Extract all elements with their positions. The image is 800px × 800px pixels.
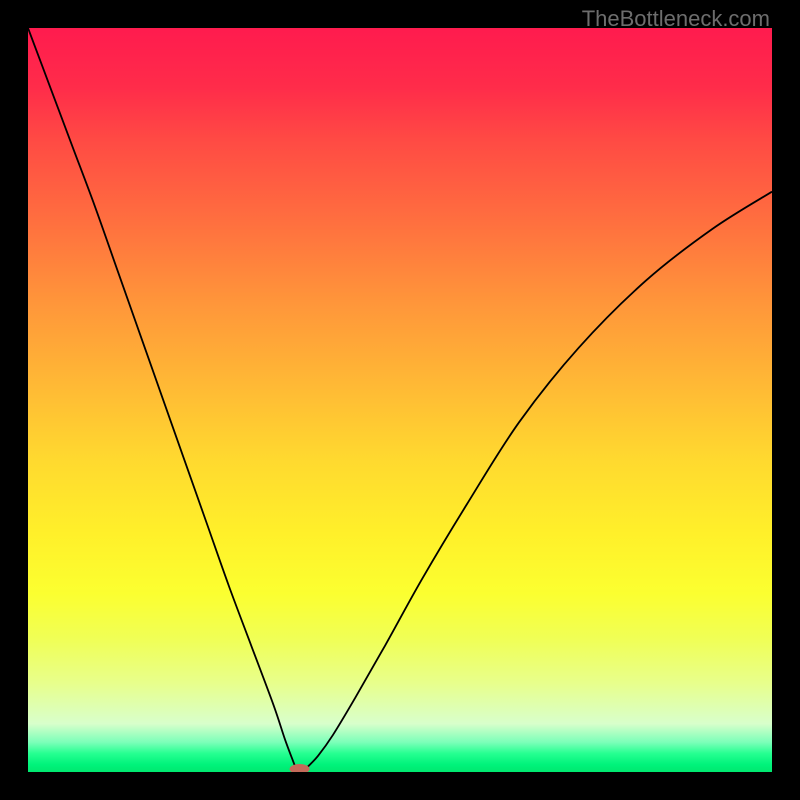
minimum-marker: [290, 764, 310, 772]
plot-area: [28, 28, 772, 772]
frame: TheBottleneck.com: [0, 0, 800, 800]
curve-left-branch: [28, 28, 296, 768]
curve-layer: [28, 28, 772, 772]
curve-right-branch: [307, 192, 772, 768]
watermark-text: TheBottleneck.com: [582, 6, 770, 32]
